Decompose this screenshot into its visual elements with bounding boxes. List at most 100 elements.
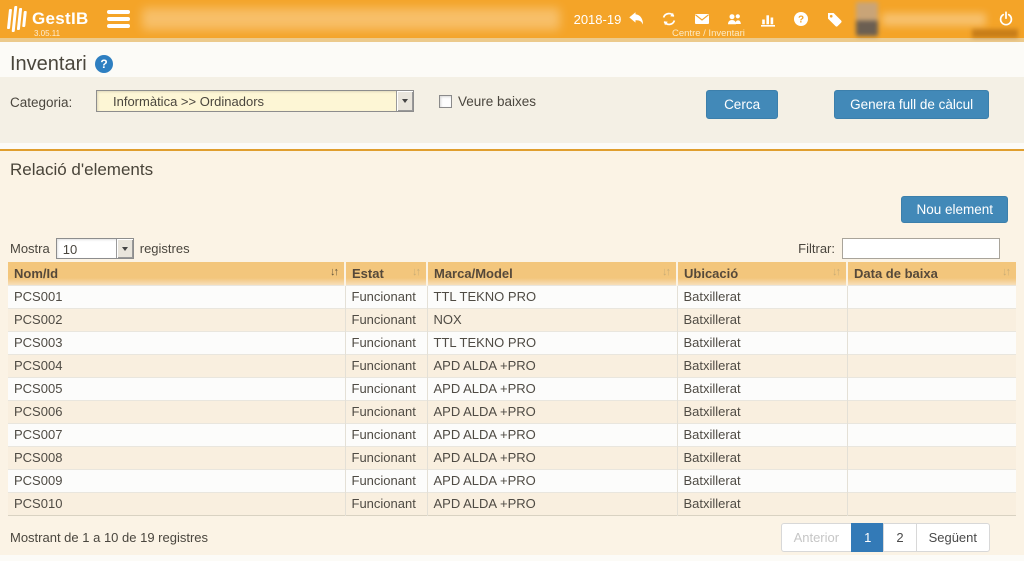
cell-estat: Funcionant xyxy=(344,331,427,355)
column-header-nom-id[interactable]: Nom/Id ↓↑ xyxy=(8,262,345,286)
cell-ubicacio: Batxillerat xyxy=(676,331,847,355)
censored-user-avatar[interactable] xyxy=(856,2,878,36)
cell-ubicacio: Batxillerat xyxy=(676,308,847,332)
breadcrumb[interactable]: Centre / Inventari xyxy=(672,28,745,39)
cell-ubicacio: Batxillerat xyxy=(676,400,847,424)
sort-icon: ↓↑ xyxy=(412,266,421,278)
cell-nom-id: PCS004 xyxy=(8,354,345,378)
search-button[interactable]: Cerca xyxy=(706,90,779,119)
table-row[interactable]: PCS005 Funcionant APD ALDA +PRO Batxille… xyxy=(8,377,1016,401)
cell-estat: Funcionant xyxy=(344,423,427,447)
show-disposals-label: Veure baixes xyxy=(458,94,537,109)
cell-data-baixa xyxy=(846,331,1016,355)
reply-icon[interactable] xyxy=(628,11,644,27)
senyera-bars-icon xyxy=(6,6,28,32)
cell-ubicacio: Batxillerat xyxy=(676,285,847,309)
users-icon[interactable] xyxy=(727,11,743,27)
censored-school-name xyxy=(141,8,560,30)
page-help-icon[interactable]: ? xyxy=(94,55,113,73)
cell-nom-id: PCS009 xyxy=(8,469,345,493)
pagination: Anterior 1 2 Següent xyxy=(780,523,990,552)
cell-nom-id: PCS003 xyxy=(8,331,345,355)
cell-marca-model: APD ALDA +PRO xyxy=(426,492,677,516)
column-header-marca-model[interactable]: Marca/Model ↓↑ xyxy=(426,262,677,286)
cell-data-baixa xyxy=(846,423,1016,447)
table-row[interactable]: PCS003 Funcionant TTL TEKNO PRO Batxille… xyxy=(8,331,1016,355)
cell-marca-model: APD ALDA +PRO xyxy=(426,469,677,493)
cell-estat: Funcionant xyxy=(344,354,427,378)
cell-marca-model: APD ALDA +PRO xyxy=(426,377,677,401)
table-row[interactable]: PCS002 Funcionant NOX Batxillerat xyxy=(8,308,1016,332)
pagination-page-2[interactable]: 2 xyxy=(883,523,917,552)
table-row[interactable]: PCS008 Funcionant APD ALDA +PRO Batxille… xyxy=(8,446,1016,470)
cell-data-baixa xyxy=(846,285,1016,309)
show-disposals-checkbox[interactable] xyxy=(439,95,452,108)
table-row[interactable]: PCS001 Funcionant TTL TEKNO PRO Batxille… xyxy=(8,285,1016,309)
sort-icon: ↓↑ xyxy=(832,266,841,278)
pagination-next[interactable]: Següent xyxy=(915,523,990,552)
table-row[interactable]: PCS006 Funcionant APD ALDA +PRO Batxille… xyxy=(8,400,1016,424)
refresh-icon[interactable] xyxy=(661,11,677,27)
censored-corner-text xyxy=(972,29,1018,38)
sort-icon: ↓↑ xyxy=(662,266,671,278)
cell-estat: Funcionant xyxy=(344,400,427,424)
cell-nom-id: PCS008 xyxy=(8,446,345,470)
results-panel: Relació d'elements Nou element Mostra 10… xyxy=(0,149,1024,555)
new-element-button[interactable]: Nou element xyxy=(901,196,1008,223)
cell-marca-model: TTL TEKNO PRO xyxy=(426,331,677,355)
column-header-data-baixa[interactable]: Data de baixa ↓↑ xyxy=(846,262,1016,286)
cell-ubicacio: Batxillerat xyxy=(676,446,847,470)
cell-nom-id: PCS007 xyxy=(8,423,345,447)
cell-ubicacio: Batxillerat xyxy=(676,377,847,401)
cell-data-baixa xyxy=(846,400,1016,424)
cell-nom-id: PCS006 xyxy=(8,400,345,424)
hamburger-menu-icon[interactable] xyxy=(106,7,130,32)
pagination-previous[interactable]: Anterior xyxy=(780,523,853,552)
table-row[interactable]: PCS010 Funcionant APD ALDA +PRO Batxille… xyxy=(8,492,1016,516)
cell-data-baixa xyxy=(846,469,1016,493)
table-row[interactable]: PCS004 Funcionant APD ALDA +PRO Batxille… xyxy=(8,354,1016,378)
cell-data-baixa xyxy=(846,377,1016,401)
pagination-page-1[interactable]: 1 xyxy=(851,523,885,552)
cell-data-baixa xyxy=(846,354,1016,378)
app-version: 3.05.11 xyxy=(34,29,61,38)
mail-icon[interactable] xyxy=(694,11,710,27)
cell-ubicacio: Batxillerat xyxy=(676,492,847,516)
filter-bar: Categoria: Informàtica >> Ordinadors Veu… xyxy=(0,77,1024,143)
table-row[interactable]: PCS007 Funcionant APD ALDA +PRO Batxille… xyxy=(8,423,1016,447)
category-select[interactable]: Informàtica >> Ordinadors xyxy=(96,90,414,112)
show-label: Mostra xyxy=(10,241,50,256)
cell-estat: Funcionant xyxy=(344,446,427,470)
page-length-value: 10 xyxy=(62,242,78,257)
cell-data-baixa xyxy=(846,308,1016,332)
page-title: Inventari xyxy=(10,52,87,75)
inventory-table: Nom/Id ↓↑ Estat ↓↑ Marca/Model ↓↑ Ubicac… xyxy=(8,262,1016,516)
cell-ubicacio: Batxillerat xyxy=(676,354,847,378)
page-length-select[interactable]: 10 xyxy=(55,238,134,259)
cell-nom-id: PCS005 xyxy=(8,377,345,401)
power-icon[interactable] xyxy=(998,11,1014,27)
chevron-down-icon xyxy=(396,91,413,111)
filter-input[interactable] xyxy=(842,238,1000,259)
app-logo[interactable]: GestIB 3.05.11 xyxy=(6,6,89,38)
cell-ubicacio: Batxillerat xyxy=(676,469,847,493)
cell-marca-model: APD ALDA +PRO xyxy=(426,400,677,424)
cell-marca-model: NOX xyxy=(426,308,677,332)
records-label: registres xyxy=(139,241,190,256)
help-circle-icon[interactable]: ? xyxy=(793,11,809,27)
column-header-ubicacio[interactable]: Ubicació ↓↑ xyxy=(676,262,847,286)
cell-estat: Funcionant xyxy=(344,377,427,401)
generate-spreadsheet-button[interactable]: Genera full de càlcul xyxy=(834,90,990,119)
sort-icon: ↓↑ xyxy=(330,266,339,278)
bar-chart-icon[interactable] xyxy=(760,11,776,27)
cell-estat: Funcionant xyxy=(344,492,427,516)
table-row[interactable]: PCS009 Funcionant APD ALDA +PRO Batxille… xyxy=(8,469,1016,493)
cell-marca-model: APD ALDA +PRO xyxy=(426,423,677,447)
app-name: GestIB xyxy=(32,9,89,28)
category-select-value: Informàtica >> Ordinadors xyxy=(113,94,265,109)
svg-text:?: ? xyxy=(100,57,107,71)
cell-data-baixa xyxy=(846,446,1016,470)
column-header-estat[interactable]: Estat ↓↑ xyxy=(344,262,427,286)
tag-icon[interactable] xyxy=(826,11,842,27)
section-title: Relació d'elements xyxy=(10,160,154,179)
